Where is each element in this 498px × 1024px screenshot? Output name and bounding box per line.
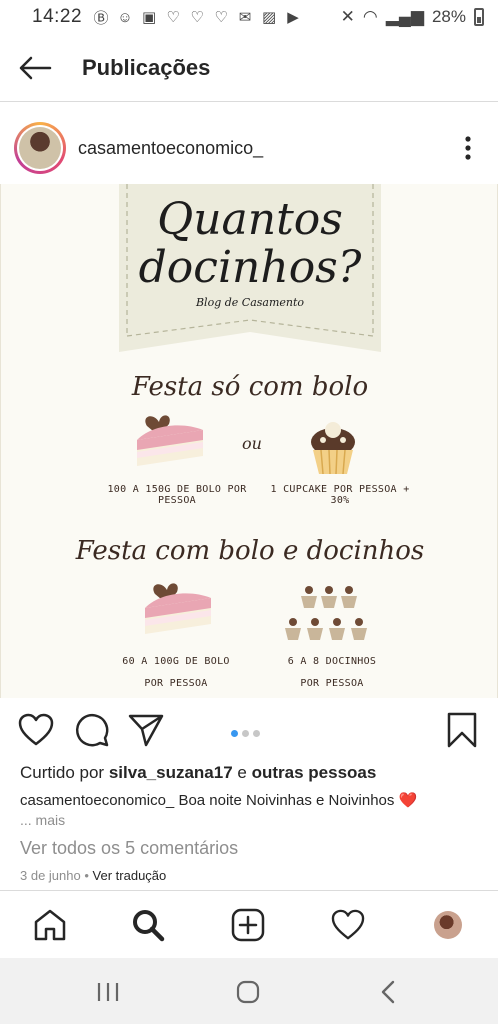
post-caption: casamentoeconomico_ Boa noite Noivinhas …	[20, 791, 417, 809]
back-system-button[interactable]	[368, 972, 408, 1012]
bookmark-icon	[447, 712, 477, 748]
red-heart-emoji: ❤️	[398, 792, 418, 809]
cupcake-icon	[311, 422, 355, 475]
or-label: ou	[242, 434, 262, 453]
image-title-line2: docinhos?	[138, 242, 362, 293]
b-icon: Ⓑ	[93, 9, 109, 27]
nav-new-post[interactable]	[226, 903, 270, 947]
nav-home[interactable]	[28, 903, 72, 947]
chevron-left-icon	[381, 980, 395, 1004]
send-icon	[128, 714, 164, 747]
heart-icon: ♡	[214, 9, 228, 26]
view-comments-link[interactable]: Ver todos os 5 comentários	[20, 838, 238, 859]
likes-text: Curtido por silva_suzana17 e outras pess…	[20, 763, 376, 783]
section2-left-caption-1: 60 A 100G DE BOLO	[122, 656, 230, 667]
docinhos-icon	[285, 586, 367, 640]
back-button[interactable]	[0, 34, 70, 102]
post-image[interactable]: Quantos docinhos? Blog de Casamento Fest…	[0, 184, 498, 698]
notification-icons: Ⓑ ☺ ▣ ♡ ♡ ♡ ✉ ▨ ▶	[92, 7, 302, 28]
add-post-icon	[231, 908, 265, 942]
arrow-left-icon	[19, 56, 52, 79]
post-header: casamentoeconomico_	[0, 112, 498, 184]
likes-prefix: Curtido por	[20, 763, 105, 782]
heart-outline-icon	[18, 713, 54, 746]
more-link[interactable]: ... mais	[20, 812, 65, 828]
status-time: 14:22	[32, 6, 83, 27]
section1-left-caption: 100 A 150G DE BOLO POR PESSOA	[107, 484, 247, 506]
post-date-line: 3 de junho • Ver tradução	[20, 868, 166, 883]
facebook-icon: ▣	[141, 9, 157, 26]
likes-and: e	[237, 763, 247, 782]
image-subtitle: Blog de Casamento	[195, 296, 305, 309]
avatar[interactable]	[14, 122, 66, 174]
mute-icon: ✕	[340, 7, 355, 26]
separator: •	[84, 868, 89, 883]
chat-icon: ☺	[117, 8, 133, 26]
post-username[interactable]: casamentoeconomico_	[78, 138, 263, 159]
status-bar: 14:22 Ⓑ ☺ ▣ ♡ ♡ ♡ ✉ ▨ ▶ ✕ ◠ ▂▄▆ 28%	[0, 0, 498, 34]
like-button[interactable]	[16, 710, 56, 750]
home-circle-icon	[236, 980, 260, 1004]
recent-apps-button[interactable]	[88, 972, 128, 1012]
section2-right-caption-1: 6 A 8 DOCINHOS	[287, 656, 377, 667]
comment-icon	[75, 713, 109, 747]
search-icon	[133, 910, 165, 942]
caption-text: Boa noite Noivinhas e Noivinhos	[178, 792, 395, 809]
carousel-indicator	[231, 730, 260, 737]
section2-title: Festa com bolo e docinhos	[75, 536, 425, 566]
wifi-icon: ◠	[362, 7, 378, 26]
carousel-dot	[253, 730, 260, 737]
share-button[interactable]	[126, 710, 166, 750]
post-date: 3 de junho	[20, 868, 81, 883]
battery-icon	[474, 8, 484, 26]
nav-activity[interactable]	[326, 903, 370, 947]
system-nav-bar	[0, 958, 498, 1024]
bottom-nav	[0, 890, 498, 958]
recent-apps-icon	[97, 983, 119, 1001]
caption-username[interactable]: casamentoeconomico_	[20, 792, 174, 809]
youtube-icon: ▶	[287, 9, 299, 26]
section2-right-caption-2: POR PESSOA	[300, 678, 364, 689]
carousel-dot	[242, 730, 249, 737]
image-icon: ▨	[261, 9, 277, 26]
heart-icon: ♡	[190, 9, 204, 26]
home-icon	[34, 909, 66, 941]
save-button[interactable]	[442, 710, 482, 750]
nav-profile[interactable]	[426, 903, 470, 947]
section2-left-caption-2: POR PESSOA	[144, 678, 208, 689]
section1-right-caption: 1 CUPCAKE POR PESSOA + 30%	[270, 484, 410, 506]
translate-link[interactable]: Ver tradução	[93, 868, 167, 883]
comment-button[interactable]	[72, 710, 112, 750]
nav-search[interactable]	[126, 903, 170, 947]
app-header: Publicações	[0, 34, 498, 102]
image-title-line1: Quantos	[157, 194, 343, 245]
more-options-button[interactable]	[446, 126, 490, 170]
section1-title: Festa só com bolo	[131, 372, 369, 402]
post-actions	[0, 706, 498, 758]
more-vertical-icon	[465, 136, 471, 160]
home-system-button[interactable]	[228, 972, 268, 1012]
heart-outline-icon	[331, 909, 365, 940]
cake-slice-icon	[145, 583, 211, 634]
profile-avatar	[434, 911, 462, 939]
heart-icon: ♡	[166, 9, 180, 26]
mail-icon: ✉	[238, 9, 252, 26]
page-title: Publicações	[82, 54, 211, 80]
cake-slice-icon	[137, 415, 203, 466]
likes-user[interactable]: silva_suzana17	[109, 763, 233, 782]
likes-others[interactable]: outras pessoas	[252, 763, 377, 782]
signal-icon: ▂▄▆	[385, 7, 424, 26]
battery-percent: 28%	[431, 7, 466, 26]
status-right: ✕ ◠ ▂▄▆ 28%	[341, 7, 484, 27]
carousel-dot	[231, 730, 238, 737]
